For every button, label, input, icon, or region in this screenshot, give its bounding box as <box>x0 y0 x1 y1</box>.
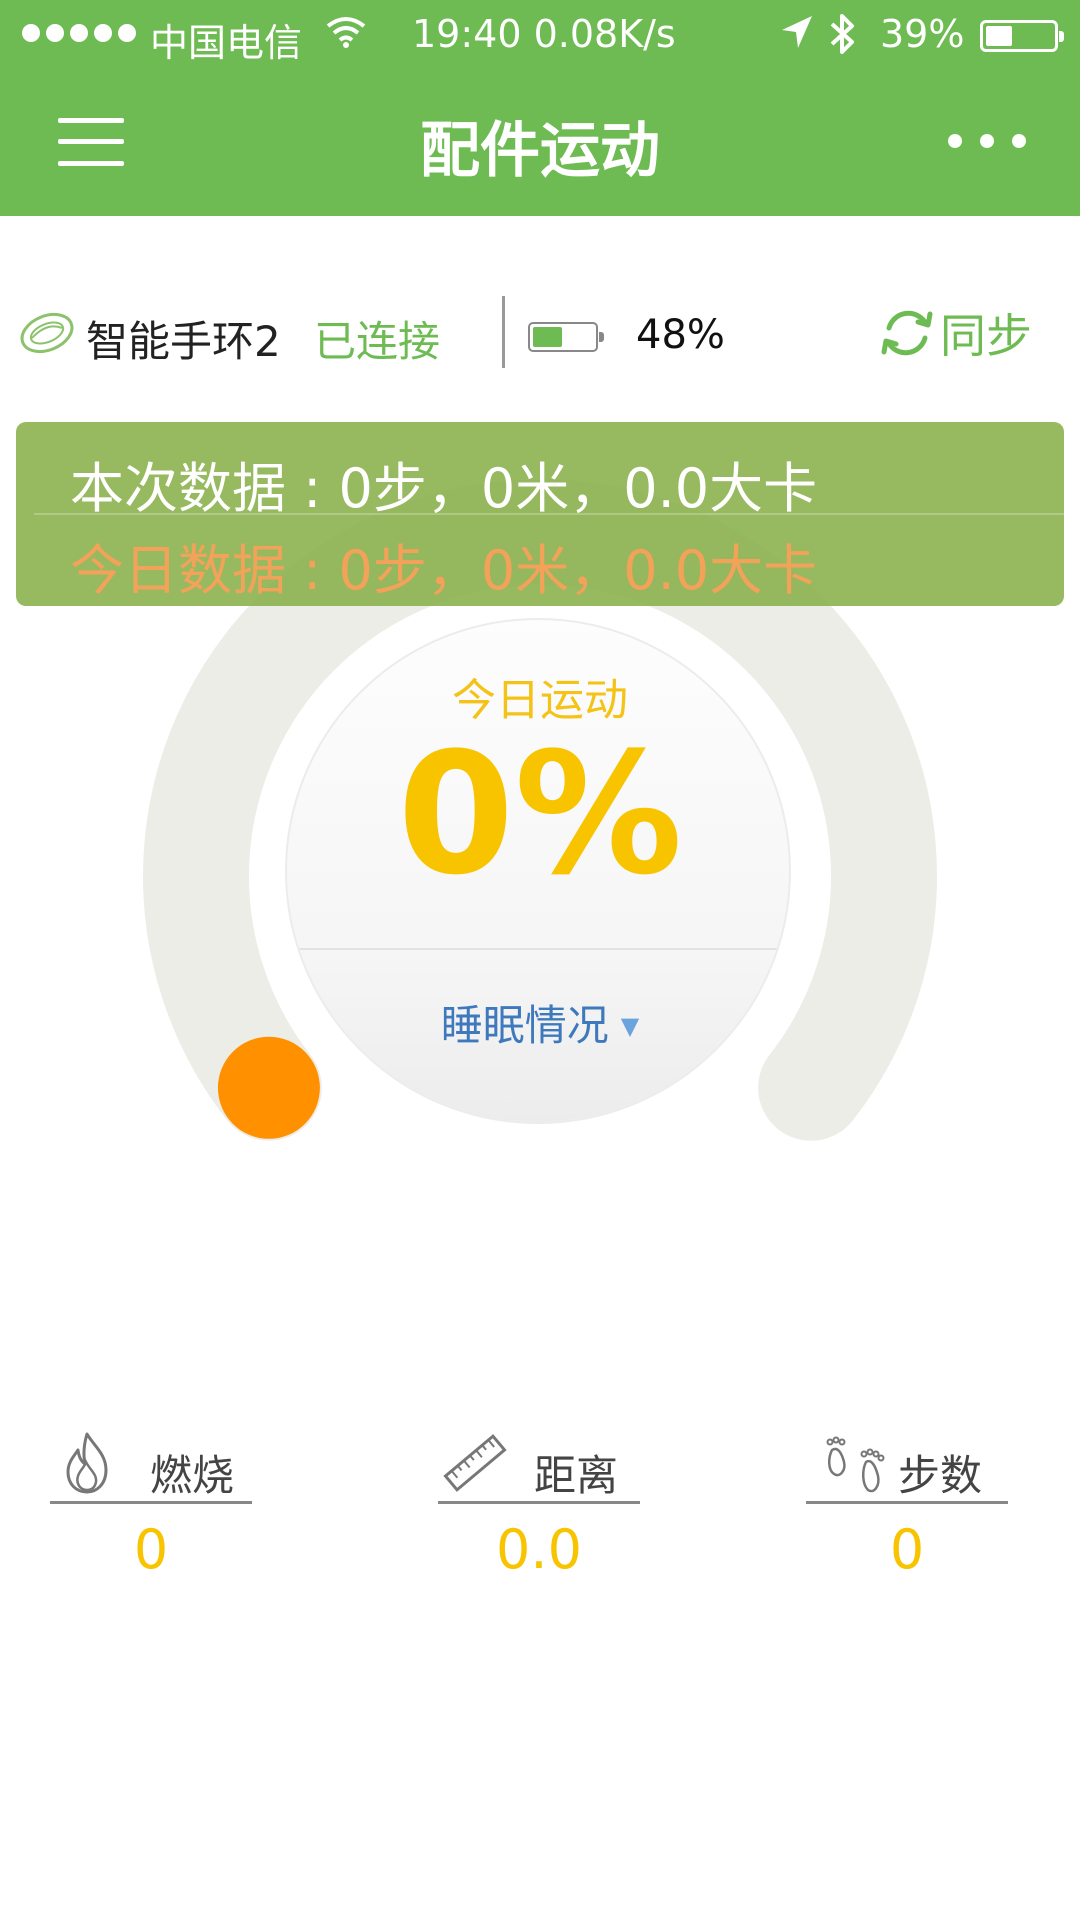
app-screen: 中国电信 19:40 0.08K/s 39% 配件运动 智能手环2 已连接 48… <box>0 0 1080 1917</box>
carrier-name: 中国电信 <box>150 21 303 65</box>
stat-value: 0 <box>889 1518 925 1581</box>
band-battery-icon <box>528 322 604 352</box>
wifi-icon <box>326 14 366 59</box>
stat-label: 燃烧 <box>150 1451 235 1500</box>
sync-button[interactable]: 同步 <box>880 300 1032 366</box>
device-info-row: 智能手环2 已连接 48% 同步 <box>0 290 1080 380</box>
top-bar: 中国电信 19:40 0.08K/s 39% 配件运动 <box>0 0 1080 216</box>
stat-steps: 步数 0 <box>806 1424 1008 1581</box>
bluetooth-icon <box>828 12 858 65</box>
sleep-status-label: 睡眠情况 <box>440 1001 609 1050</box>
status-battery-percent: 39% <box>880 12 965 56</box>
session-data: 本次数据 : 0步，0米，0.0大卡 <box>70 457 818 520</box>
today-activity-dial: 今日运动 0% 睡眠情况 ▼ <box>285 618 791 1124</box>
more-options-icon[interactable] <box>948 134 1026 148</box>
device-name: 智能手环2 <box>86 317 281 366</box>
status-battery-icon <box>980 20 1064 52</box>
stat-distance: 距离 0.0 <box>438 1424 640 1581</box>
ruler-icon <box>442 1432 508 1498</box>
stat-label: 步数 <box>898 1451 983 1500</box>
sync-label: 同步 <box>940 309 1032 363</box>
wristband-icon <box>18 308 76 362</box>
today-activity-percent: 0% <box>397 716 683 912</box>
stat-label: 距离 <box>534 1451 619 1500</box>
stat-value: 0.0 <box>496 1518 582 1581</box>
status-bar: 中国电信 19:40 0.08K/s 39% <box>0 0 1080 70</box>
status-time: 19:40 0.08K/s <box>412 12 676 56</box>
data-summary-panel: 本次数据 : 0步，0米，0.0大卡 今日数据 : 0步，0米，0.0大卡 <box>16 422 1064 606</box>
page-title: 配件运动 <box>420 116 660 186</box>
sleep-status-button[interactable]: 睡眠情况 ▼ <box>287 992 789 1053</box>
location-arrow-icon <box>780 14 814 59</box>
stat-value: 0 <box>133 1518 169 1581</box>
flame-icon <box>64 1432 110 1498</box>
panel-divider <box>34 513 1064 515</box>
footprints-icon <box>822 1432 888 1498</box>
divider <box>502 296 505 368</box>
band-battery-percent: 48% <box>636 312 725 358</box>
connection-status: 已连接 <box>314 317 441 366</box>
signal-strength-icon <box>22 24 136 42</box>
sync-icon <box>881 310 933 356</box>
stat-calories: 燃烧 0 <box>50 1424 252 1581</box>
today-data: 今日数据 : 0步，0米，0.0大卡 <box>70 539 818 602</box>
caret-down-icon: ▼ <box>620 1012 640 1040</box>
